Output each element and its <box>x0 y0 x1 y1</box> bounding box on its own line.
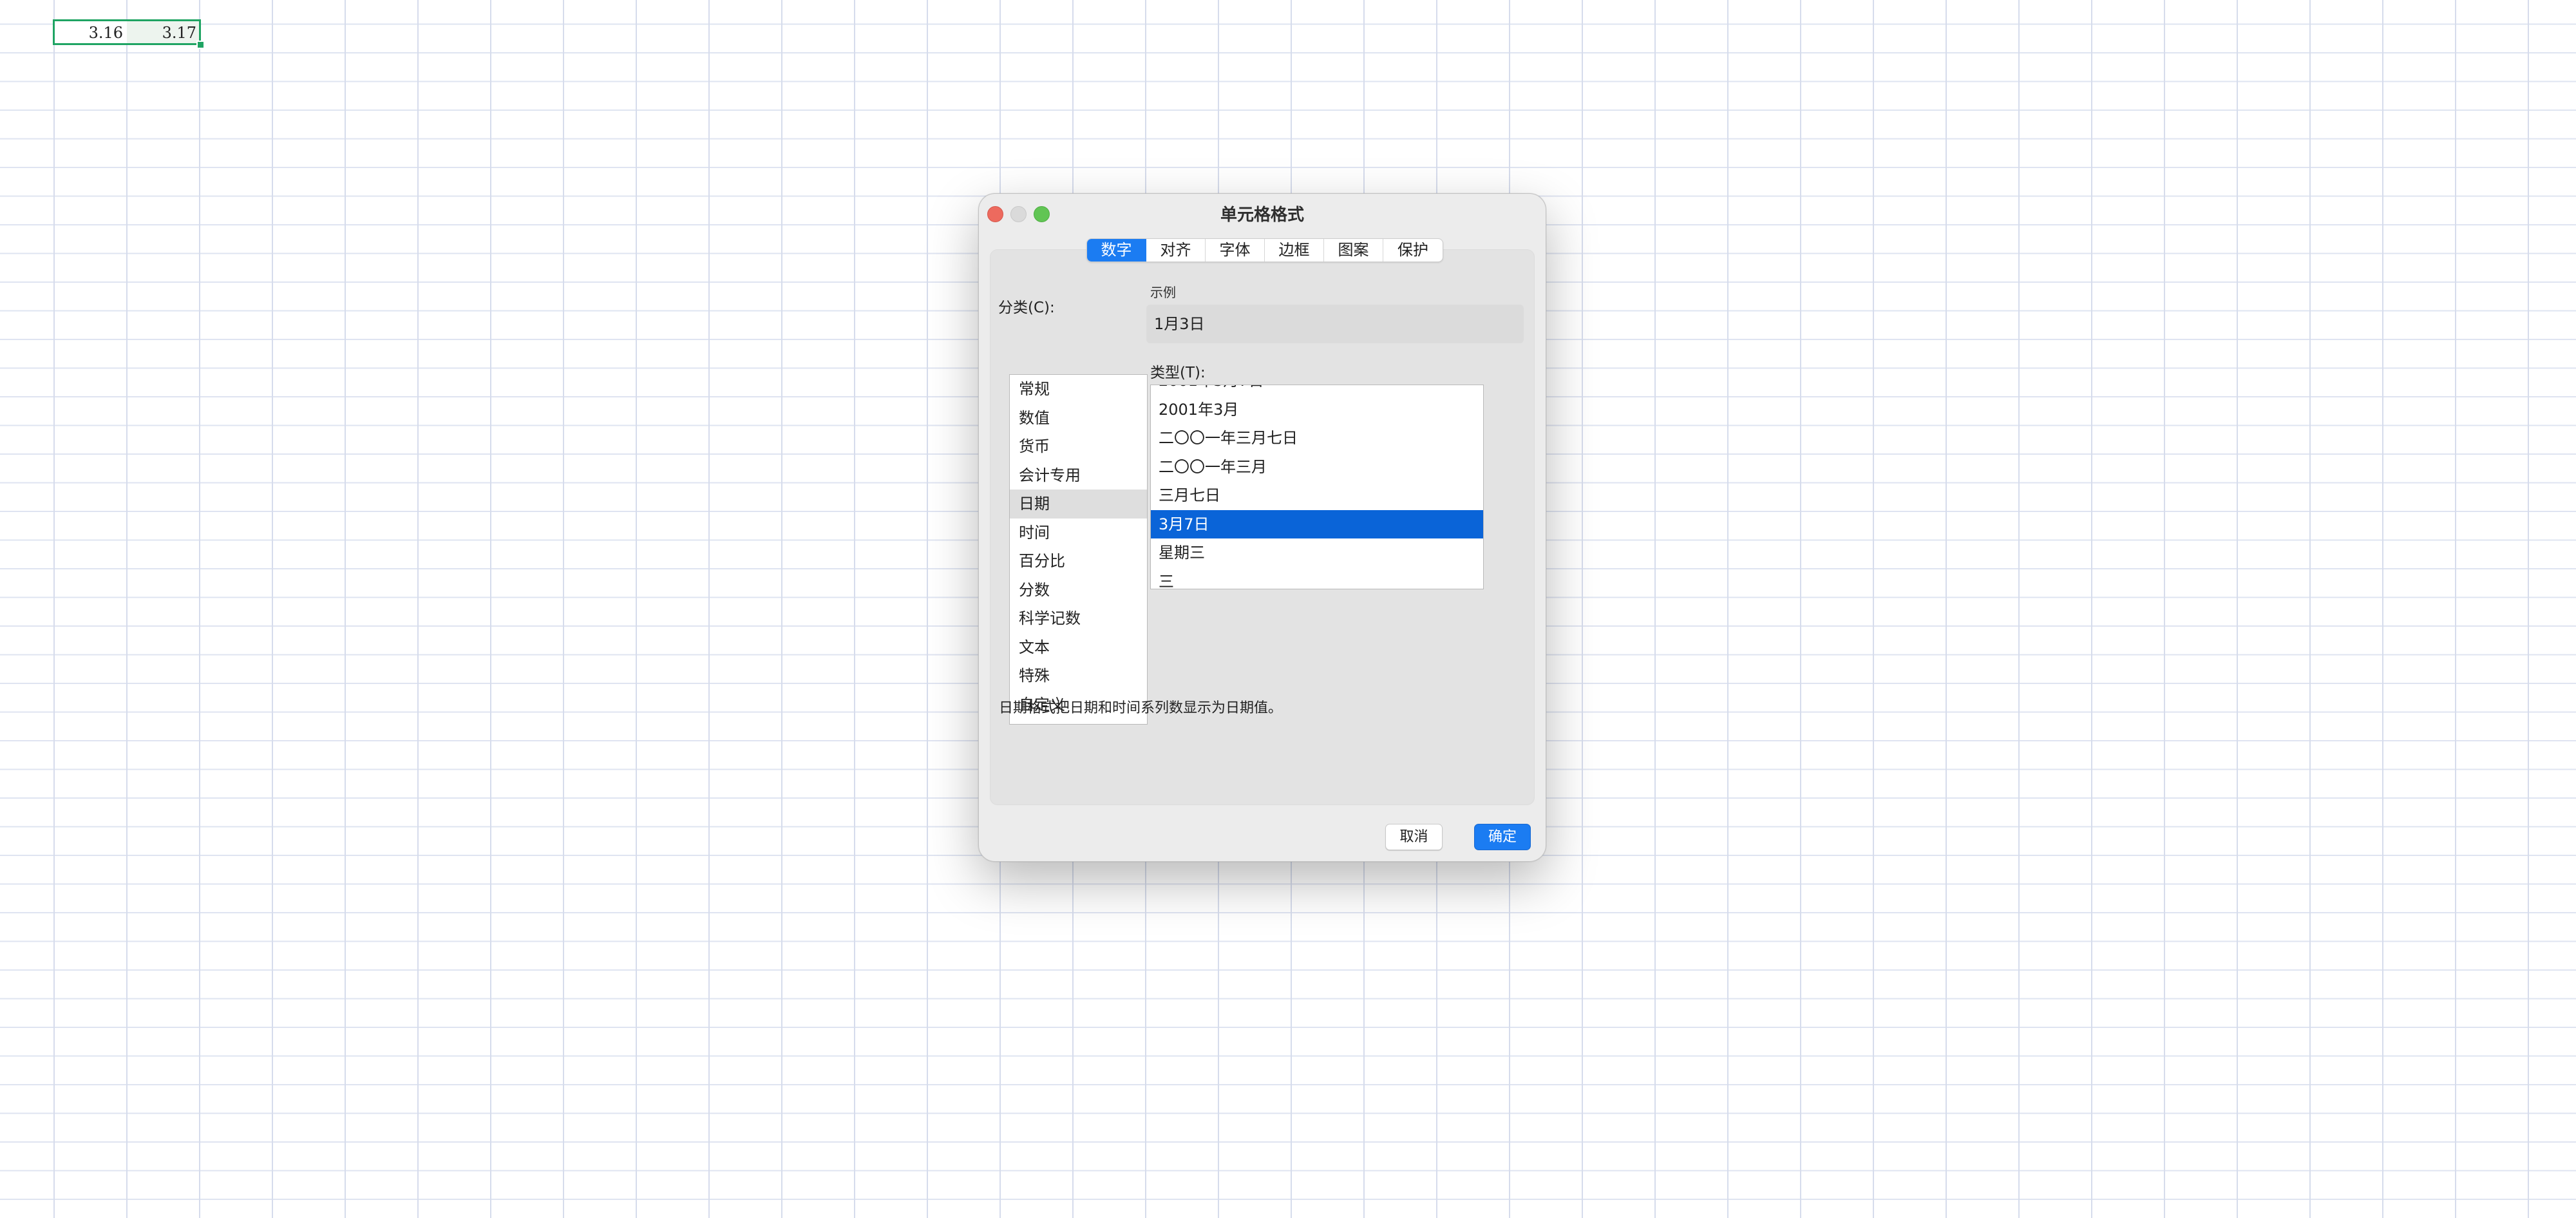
sample-value: 1月3日 <box>1154 315 1205 333</box>
category-item[interactable]: 会计专用 <box>1010 461 1147 490</box>
tab-pattern[interactable]: 图案 <box>1324 239 1383 262</box>
type-list[interactable]: 2001年3月7日 2001年3月 二〇〇一年三月七日 二〇〇一年三月 三月七日… <box>1150 385 1484 589</box>
dialog-title: 单元格格式 <box>1220 205 1304 225</box>
type-item-selected[interactable]: 3月7日 <box>1151 509 1483 538</box>
type-item[interactable]: 三 <box>1151 567 1483 589</box>
category-item[interactable]: 文本 <box>1010 633 1147 662</box>
type-item[interactable]: 二〇〇一年三月七日 <box>1151 424 1483 453</box>
category-item-selected[interactable]: 日期 <box>1010 490 1147 519</box>
category-item[interactable]: 货币 <box>1010 432 1147 461</box>
fill-handle[interactable] <box>196 41 205 49</box>
ok-button[interactable]: 确定 <box>1474 824 1531 850</box>
type-item[interactable]: 2001年3月7日 <box>1151 385 1483 395</box>
category-item[interactable]: 科学记数 <box>1010 604 1147 633</box>
category-item[interactable]: 时间 <box>1010 519 1147 547</box>
sample-preview: 1月3日 <box>1146 305 1524 343</box>
type-item[interactable]: 2001年3月 <box>1151 395 1483 424</box>
tab-font[interactable]: 字体 <box>1206 239 1265 262</box>
format-cells-dialog: 单元格格式 分类(C): 常规 数值 货币 会计专用 日期 时间 百分比 分数 … <box>978 193 1546 862</box>
tab-protection[interactable]: 保护 <box>1383 239 1443 262</box>
category-item[interactable]: 分数 <box>1010 576 1147 605</box>
category-list[interactable]: 常规 数值 货币 会计专用 日期 时间 百分比 分数 科学记数 文本 特殊 自定… <box>1009 374 1148 725</box>
category-item[interactable]: 百分比 <box>1010 547 1147 576</box>
sample-label: 示例 <box>1150 285 1176 300</box>
tab-border[interactable]: 边框 <box>1265 239 1324 262</box>
category-label: 分类(C): <box>998 300 1055 316</box>
type-item[interactable]: 二〇〇一年三月 <box>1151 453 1483 482</box>
type-item[interactable]: 星期三 <box>1151 538 1483 567</box>
tab-bar: 数字 对齐 字体 边框 图案 保护 <box>1086 238 1443 262</box>
cancel-button[interactable]: 取消 <box>1385 824 1443 850</box>
category-item[interactable]: 特殊 <box>1010 661 1147 690</box>
tab-alignment[interactable]: 对齐 <box>1146 239 1206 262</box>
type-label: 类型(T): <box>1150 365 1206 381</box>
category-item[interactable]: 数值 <box>1010 404 1147 433</box>
cell-selection-border <box>53 19 201 45</box>
format-description: 日期格式把日期和时间系列数显示为日期值。 <box>999 700 1283 716</box>
category-item[interactable]: 常规 <box>1010 375 1147 404</box>
type-item[interactable]: 三月七日 <box>1151 481 1483 510</box>
tab-number[interactable]: 数字 <box>1087 239 1146 262</box>
